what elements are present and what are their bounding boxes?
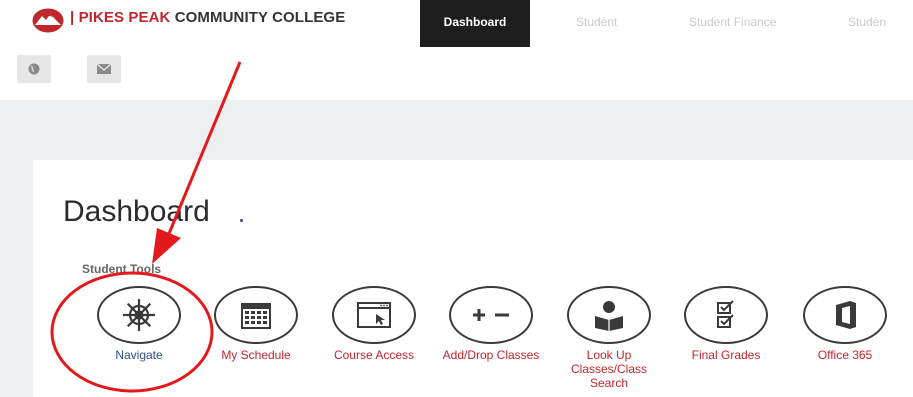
secondary-toolbar — [0, 47, 913, 100]
checklist-icon — [717, 300, 734, 328]
tool-my-schedule-label[interactable]: My Schedule — [206, 348, 306, 362]
ship-wheel-icon — [123, 299, 155, 331]
tool-course-access[interactable]: Course Access — [324, 286, 424, 397]
title-dot — [240, 219, 243, 222]
tool-course-access-circle[interactable] — [332, 286, 416, 344]
mail-button[interactable] — [87, 55, 121, 83]
brand-pikes-peak: PIKES PEAK — [78, 9, 171, 26]
tool-my-schedule-circle[interactable] — [214, 286, 298, 344]
book-reader-icon — [595, 301, 623, 331]
tool-office-365[interactable]: Office 365 — [795, 286, 895, 397]
nav-tab-truncated[interactable]: Studen — [848, 0, 886, 47]
tool-add-drop-label[interactable]: Add/Drop Classes — [441, 348, 541, 362]
tool-look-up-label[interactable]: Look Up Classes/Class Search — [559, 348, 659, 390]
college-logo-icon[interactable] — [32, 8, 64, 33]
tool-navigate-label[interactable]: Navigate — [89, 348, 189, 362]
brand-community-college: COMMUNITY COLLEGE — [174, 9, 346, 26]
tool-look-up-classes[interactable]: Look Up Classes/Class Search — [559, 286, 659, 397]
globe-icon — [28, 63, 40, 75]
browser-cursor-icon — [357, 302, 391, 328]
tool-office-365-label[interactable]: Office 365 — [795, 348, 895, 362]
tool-add-drop-classes[interactable]: Add/Drop Classes — [441, 286, 541, 397]
nav-tab-student[interactable]: Student — [576, 0, 617, 47]
plus-minus-icon — [473, 309, 509, 321]
tool-course-access-label[interactable]: Course Access — [324, 348, 424, 362]
page-title: Dashboard — [63, 195, 210, 228]
top-navigation-bar: | PIKES PEAK COMMUNITY COLLEGE Dashboard… — [0, 0, 913, 47]
tool-navigate[interactable]: Navigate — [89, 286, 189, 397]
tool-add-drop-circle[interactable] — [449, 286, 533, 344]
tool-final-grades-circle[interactable] — [684, 286, 768, 344]
tool-office-365-circle[interactable] — [803, 286, 887, 344]
tool-look-up-circle[interactable] — [567, 286, 651, 344]
college-name[interactable]: | PIKES PEAK COMMUNITY COLLEGE — [70, 9, 345, 26]
globe-button[interactable] — [17, 55, 51, 83]
tool-final-grades-label[interactable]: Final Grades — [676, 348, 776, 362]
tool-navigate-circle[interactable] — [97, 286, 181, 344]
nav-tab-dashboard[interactable]: Dashboard — [420, 0, 530, 47]
tool-final-grades[interactable]: Final Grades — [676, 286, 776, 397]
section-label-student-tools: Student Tools — [82, 262, 162, 276]
calendar-icon — [241, 303, 271, 329]
nav-tab-student-finance[interactable]: Student Finance — [689, 0, 776, 47]
mail-icon — [96, 63, 112, 74]
brand-divider: | — [70, 9, 75, 26]
tool-my-schedule[interactable]: My Schedule — [206, 286, 306, 397]
office-icon — [836, 301, 856, 329]
